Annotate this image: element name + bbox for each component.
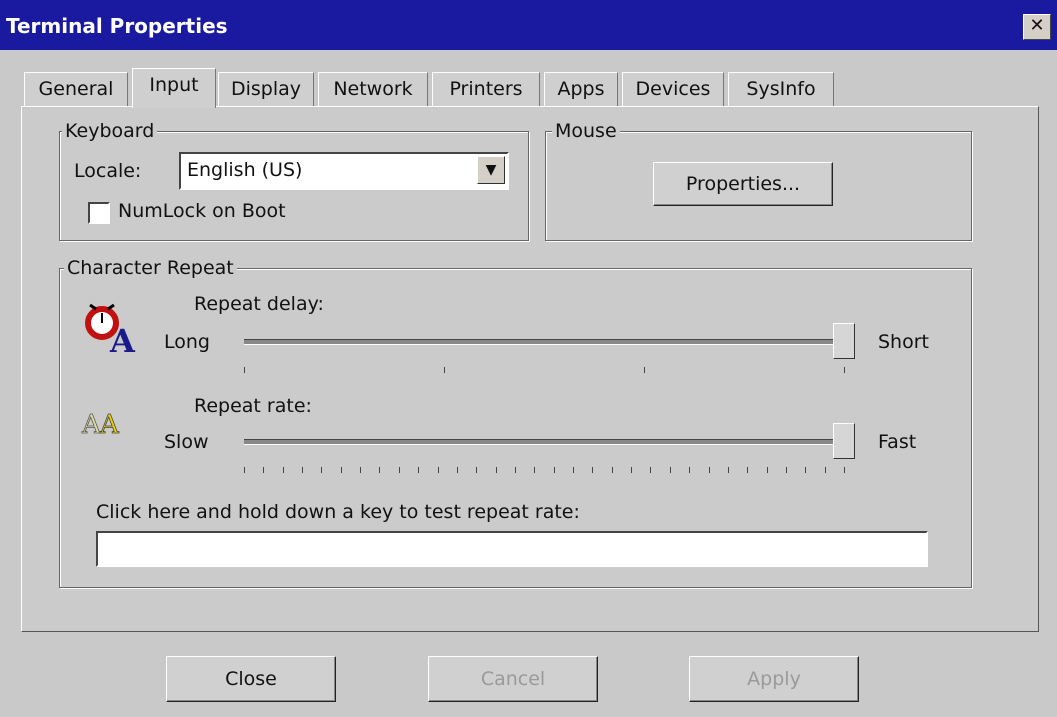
mouse-group: Mouse Properties... [545,120,972,241]
slider-tick [282,467,284,473]
slider-thumb[interactable] [833,323,855,359]
delay-min-label: Long [164,331,210,353]
slider-tick [340,467,342,473]
slider-tick [669,467,671,473]
slider-tick [553,467,555,473]
slider-tick [592,467,594,473]
double-a-icon: A A [81,410,121,441]
slider-tick [437,467,439,473]
close-icon: ✕ [1029,15,1045,36]
slider-tick [785,467,787,473]
tab-network[interactable]: Network [318,72,428,106]
slider-tick [360,467,362,473]
cancel-button[interactable]: Cancel [428,656,598,702]
slider-tick [844,367,845,373]
window-title: Terminal Properties [6,14,228,38]
character-repeat-legend: Character Repeat [64,257,237,279]
slider-tick [263,467,265,473]
numlock-checkbox[interactable] [88,202,110,224]
alarm-clock-icon: A [85,303,136,355]
slider-tick [514,467,516,473]
slider-tick [708,467,710,473]
slider-tick [495,467,497,473]
tab-display[interactable]: Display [218,72,314,106]
test-repeat-label: Click here and hold down a key to test r… [96,501,580,523]
numlock-label: NumLock on Boot [118,200,286,222]
slider-tick [398,467,400,473]
slider-tick [644,367,645,373]
locale-label: Locale: [74,160,142,182]
apply-button[interactable]: Apply [689,656,859,702]
slider-tick [444,367,445,373]
slider-tick [611,467,613,473]
tab-input[interactable]: Input [132,68,216,108]
slider-track [244,339,844,345]
slider-tick [379,467,381,473]
tab-devices[interactable]: Devices [622,72,724,106]
tab-general[interactable]: General [24,72,128,106]
rate-max-label: Fast [878,431,917,453]
slider-thumb[interactable] [833,423,855,459]
tab-apps[interactable]: Apps [544,72,618,106]
mouse-legend: Mouse [552,120,620,142]
slider-tick [534,467,536,473]
slider-tick [727,467,729,473]
rate-min-label: Slow [164,431,209,453]
slider-tick [244,367,245,373]
locale-value: English (US) [187,159,303,181]
slider-tick [824,467,826,473]
slider-track [244,439,844,445]
slider-tick [766,467,768,473]
mouse-properties-button[interactable]: Properties... [653,162,833,206]
slider-tick [302,467,304,473]
slider-tick [805,467,807,473]
repeat-rate-label: Repeat rate: [194,395,312,417]
character-repeat-group: Character Repeat A Repeat delay: Long Sh… [59,257,972,588]
slider-tick [418,467,420,473]
slider-tick [321,467,323,473]
dropdown-arrow-icon[interactable]: ▼ [477,156,505,184]
title-bar: Terminal Properties ✕ [0,0,1057,50]
slider-tick [573,467,575,473]
repeat-delay-slider[interactable] [244,319,855,375]
delay-max-label: Short [878,331,929,353]
slider-tick [650,467,652,473]
slider-tick [244,467,245,473]
tab-sysinfo[interactable]: SysInfo [728,72,834,106]
close-button[interactable]: Close [166,656,336,702]
svg-text:A: A [81,410,102,440]
slider-tick [456,467,458,473]
repeat-rate-slider[interactable] [244,419,855,475]
slider-tick [844,467,845,473]
locale-select[interactable]: English (US) ▼ [179,152,509,190]
svg-text:A: A [109,322,136,355]
repeat-delay-label: Repeat delay: [194,293,324,315]
test-repeat-input[interactable] [96,531,928,567]
slider-tick [689,467,691,473]
svg-text:A: A [99,410,120,440]
close-window-button[interactable]: ✕ [1023,14,1051,40]
keyboard-group: Keyboard Locale: English (US) ▼ NumLock … [59,120,529,241]
slider-tick [747,467,749,473]
slider-tick [631,467,633,473]
slider-tick [476,467,478,473]
tab-printers[interactable]: Printers [432,72,540,106]
keyboard-legend: Keyboard [62,120,158,142]
